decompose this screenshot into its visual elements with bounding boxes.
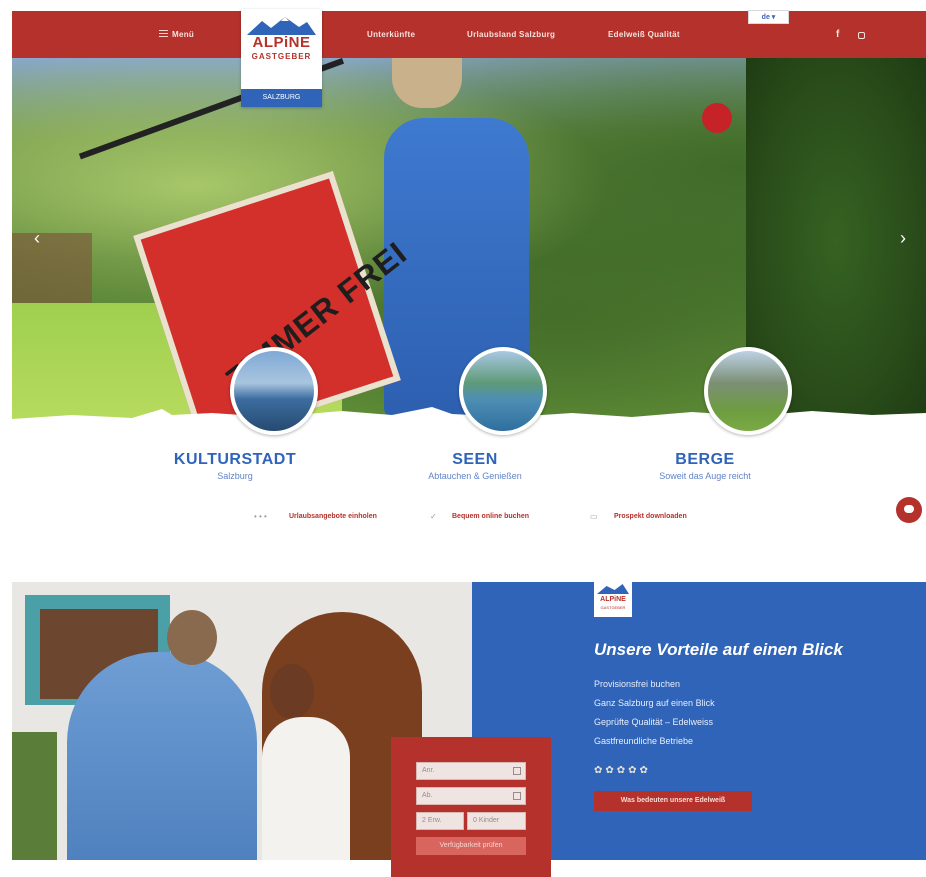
nav-link-unterkuenfte[interactable]: Unterkünfte	[367, 30, 415, 39]
calendar-icon[interactable]	[513, 792, 521, 800]
nav-link-edelweiss-qualitaet[interactable]: Edelweiß Qualität	[608, 30, 680, 39]
advantage-item: Geprüfte Qualität – Edelweiss	[594, 717, 714, 727]
photo-woman	[262, 717, 350, 860]
hero-prev-arrow-icon[interactable]: ‹	[34, 228, 40, 249]
category-subtitle-berge: Soweit das Auge reicht	[659, 471, 751, 481]
adults-select[interactable]: 2 Erw.	[416, 812, 464, 830]
mini-mountain-icon	[597, 584, 629, 594]
nav-link-urlaubsland-salzburg[interactable]: Urlaubsland Salzburg	[467, 30, 555, 39]
language-selector[interactable]: de ▾	[748, 10, 789, 24]
mini-logo-text-gastgeber: GASTGEBER	[600, 605, 626, 610]
dots-icon: • • •	[254, 512, 267, 521]
advantage-item: Gastfreundliche Betriebe	[594, 736, 694, 746]
hero-girl-head	[392, 58, 462, 108]
edelweiss-rating-icon: ✿✿✿✿✿	[594, 765, 651, 776]
brochure-icon: ▭	[590, 512, 598, 521]
top-navigation-bar: Menü Unterkünfte Urlaubsland Salzburg Ed…	[12, 10, 926, 58]
edelweiss-info-button[interactable]: Was bedeuten unsere Edelweiß	[594, 791, 752, 811]
arrival-date-placeholder: Anr.	[422, 767, 435, 774]
category-image-seen[interactable]	[459, 347, 547, 435]
category-title-seen[interactable]: SEEN	[410, 451, 540, 469]
calendar-icon[interactable]	[513, 767, 521, 775]
logo-text-alpine: ALPiNE	[252, 34, 311, 51]
arrival-date-input[interactable]: Anr.	[416, 762, 526, 780]
instagram-icon[interactable]	[858, 32, 865, 39]
advantages-logo: ALPiNE GASTGEBER	[594, 580, 632, 617]
departure-date-input[interactable]: Ab.	[416, 787, 526, 805]
action-link-online-buchen[interactable]: Bequem online buchen	[452, 513, 529, 520]
facebook-icon[interactable]: f	[836, 29, 839, 40]
photo-man	[67, 652, 257, 860]
logo-text-salzburg: SALZBURG	[241, 89, 322, 107]
action-link-urlaubsangebote[interactable]: Urlaubsangebote einholen	[289, 513, 377, 520]
action-link-prospekt[interactable]: Prospekt downloaden	[614, 513, 687, 520]
alpine-gastgeber-logo[interactable]: ALPiNE GASTGEBER SALZBURG	[241, 9, 322, 107]
category-image-berge[interactable]	[704, 347, 792, 435]
mini-logo-text-alpine: ALPiNE	[600, 596, 626, 603]
hamburger-menu-icon[interactable]	[159, 30, 168, 37]
category-title-kulturstadt[interactable]: KULTURSTADT	[170, 451, 300, 469]
photo-man-head	[167, 610, 217, 665]
hero-flower	[702, 103, 732, 133]
advantages-heading: Unsere Vorteile auf einen Blick	[594, 640, 843, 659]
advantage-item: Ganz Salzburg auf einen Blick	[594, 698, 715, 708]
photo-plants	[12, 732, 57, 860]
availability-search-box	[391, 737, 551, 877]
category-image-kulturstadt[interactable]	[230, 347, 318, 435]
logo-text-gastgeber: GASTGEBER	[251, 52, 312, 61]
category-subtitle-seen: Abtauchen & Genießen	[428, 471, 522, 481]
chat-bubble-icon[interactable]	[896, 497, 922, 523]
departure-date-placeholder: Ab.	[422, 792, 433, 799]
advantage-item: Provisionsfrei buchen	[594, 679, 681, 689]
check-availability-button[interactable]: Verfügbarkeit prüfen	[416, 837, 526, 855]
hero-next-arrow-icon[interactable]: ›	[900, 228, 906, 249]
mountain-peaks-icon	[247, 17, 316, 35]
check-icon: ✓	[430, 512, 437, 521]
menu-button[interactable]: Menü	[172, 30, 194, 39]
category-title-berge[interactable]: BERGE	[640, 451, 770, 469]
photo-woman-head	[270, 664, 314, 719]
children-select[interactable]: 0 Kinder	[467, 812, 526, 830]
category-subtitle-kulturstadt: Salzburg	[217, 471, 253, 481]
hero-fence	[12, 233, 92, 303]
